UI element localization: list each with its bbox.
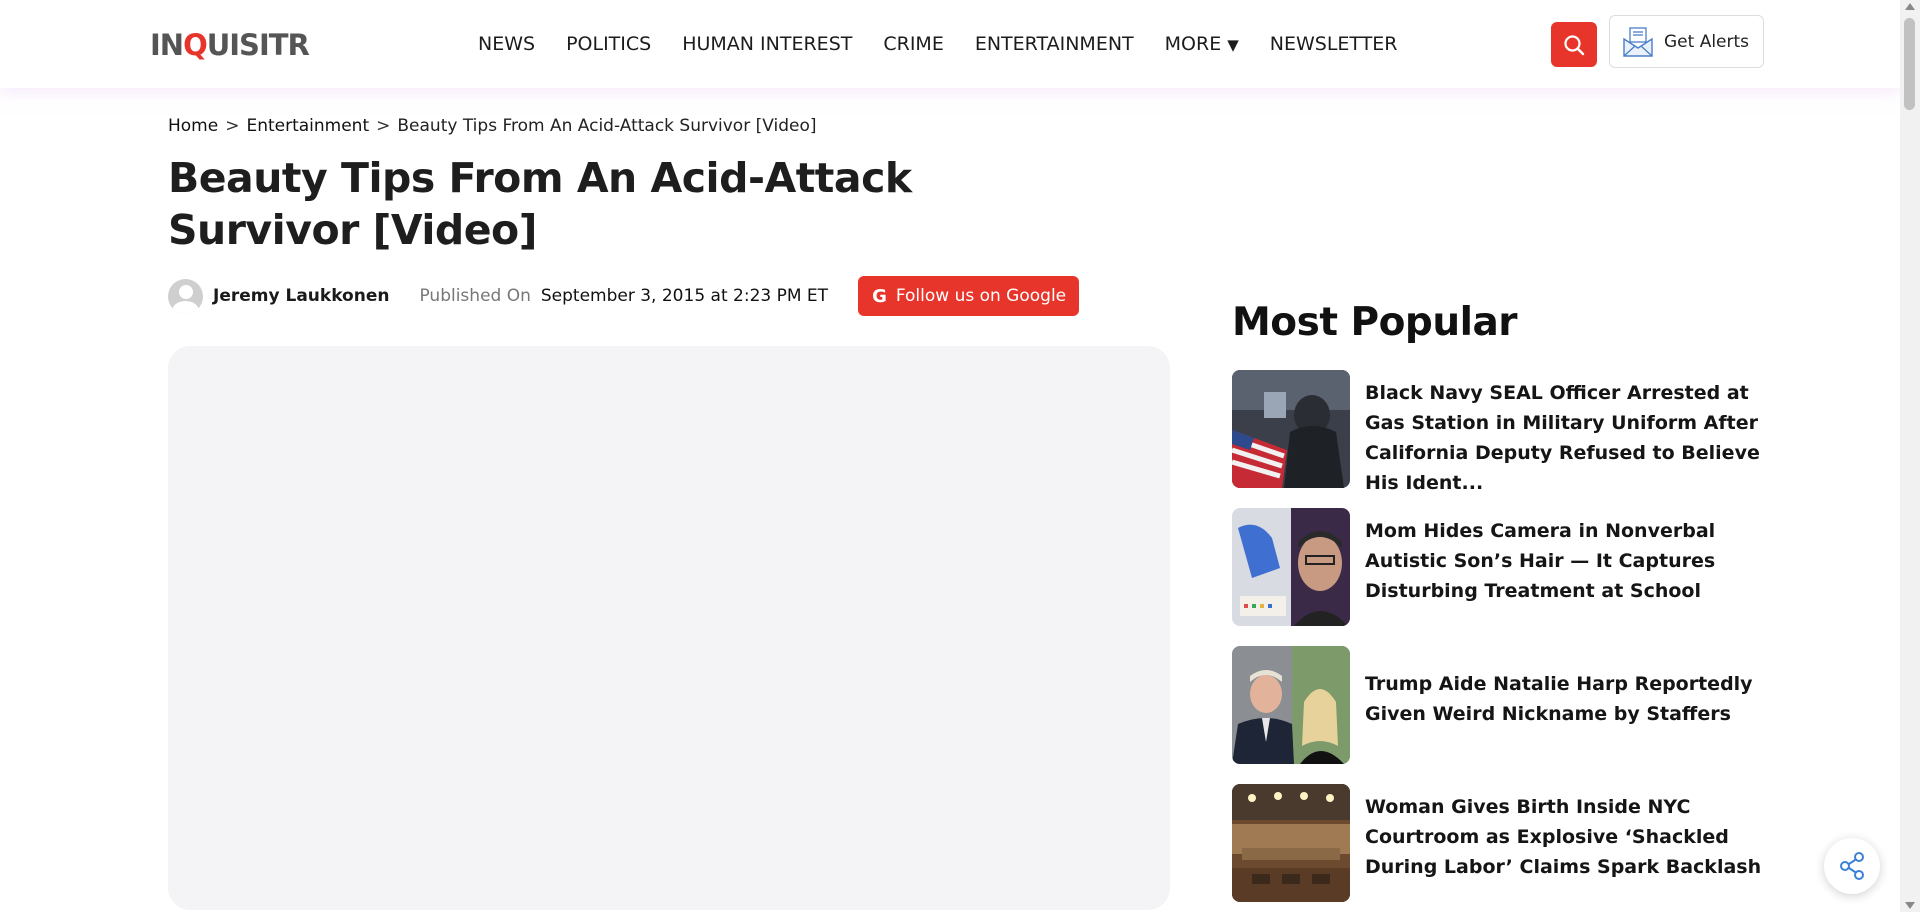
logo-text-q: Q	[183, 28, 208, 62]
share-icon	[1840, 852, 1864, 880]
nav-more-label: MORE	[1164, 33, 1222, 55]
nav-entertainment[interactable]: ENTERTAINMENT	[975, 33, 1134, 55]
logo-text-suffix: UISITR	[206, 28, 310, 62]
popular-title-3[interactable]: Trump Aide Natalie Harp Reportedly Given…	[1365, 669, 1795, 729]
google-icon: G	[872, 285, 887, 307]
popular-thumbnail-3[interactable]	[1232, 646, 1350, 764]
follow-on-google-button[interactable]: G Follow us on Google	[858, 276, 1080, 316]
scrollbar-thumb[interactable]	[1904, 18, 1915, 110]
popular-image-4	[1232, 784, 1350, 902]
get-alerts-button[interactable]: Get Alerts	[1609, 15, 1764, 68]
nav-more[interactable]: MORE ▼	[1165, 33, 1239, 55]
popular-image-2	[1232, 508, 1350, 626]
author-name[interactable]: Jeremy Laukkonen	[213, 286, 389, 306]
site-logo[interactable]: INQUISITR	[150, 28, 310, 62]
popular-image-3	[1232, 646, 1350, 764]
share-button[interactable]	[1824, 838, 1880, 894]
nav-politics[interactable]: POLITICS	[566, 33, 651, 55]
breadcrumb: Home > Entertainment > Beauty Tips From An A…	[168, 116, 817, 136]
avatar-user-body	[172, 300, 199, 314]
popular-image-1	[1232, 370, 1350, 488]
logo-text-prefix: IN	[150, 28, 184, 62]
page-scrollbar[interactable]	[1900, 0, 1920, 912]
nav-newsletter[interactable]: NEWSLETTER	[1270, 33, 1398, 55]
scroll-down-arrow-icon[interactable]	[1905, 902, 1915, 909]
scroll-up-arrow-icon[interactable]	[1905, 3, 1915, 10]
follow-on-google-label: Follow us on Google	[895, 286, 1067, 306]
main-nav: NEWS POLITICS HUMAN INTEREST CRIME ENTER…	[478, 0, 1429, 88]
popular-title-2[interactable]: Mom Hides Camera in Nonverbal Autistic S…	[1365, 516, 1795, 606]
popular-thumbnail-4[interactable]	[1232, 784, 1350, 902]
nav-crime[interactable]: CRIME	[883, 33, 943, 55]
search-icon	[1564, 34, 1585, 55]
popular-item-2[interactable]: Mom Hides Camera in Nonverbal Autistic S…	[1232, 508, 1792, 626]
news-envelope-icon	[1623, 26, 1653, 57]
video-player-placeholder[interactable]	[168, 346, 1170, 910]
popular-item-1[interactable]: Black Navy SEAL Officer Arrested at Gas …	[1232, 370, 1792, 494]
popular-title-1[interactable]: Black Navy SEAL Officer Arrested at Gas …	[1365, 378, 1795, 498]
site-header: INQUISITR NEWS POLITICS HUMAN INTEREST C…	[0, 0, 1900, 88]
nav-human-interest[interactable]: HUMAN INTEREST	[682, 33, 852, 55]
article-title: Beauty Tips From An Acid-Attack Survivor…	[168, 154, 912, 254]
published-date: September 3, 2015 at 2:23 PM ET	[540, 286, 829, 306]
breadcrumb-separator: >	[225, 116, 240, 136]
article-meta: Jeremy Laukkonen Published On September …	[168, 276, 1080, 316]
popular-thumbnail-2[interactable]	[1232, 508, 1350, 626]
avatar-user-icon	[179, 284, 193, 299]
popular-item-4[interactable]: Woman Gives Birth Inside NYC Courtroom a…	[1232, 784, 1792, 902]
popular-title-4[interactable]: Woman Gives Birth Inside NYC Courtroom a…	[1365, 792, 1795, 882]
breadcrumb-home[interactable]: Home	[168, 116, 218, 136]
breadcrumb-entertainment[interactable]: Entertainment	[246, 116, 369, 136]
popular-thumbnail-1[interactable]	[1232, 370, 1350, 488]
search-button[interactable]	[1551, 22, 1597, 67]
breadcrumb-current: Beauty Tips From An Acid-Attack Survivor…	[397, 116, 817, 136]
published-label: Published On	[419, 286, 531, 306]
get-alerts-label: Get Alerts	[1664, 31, 1750, 52]
caret-down-icon: ▼	[1227, 36, 1239, 54]
author-avatar[interactable]	[168, 278, 203, 314]
nav-news[interactable]: NEWS	[478, 33, 535, 55]
breadcrumb-separator: >	[376, 116, 391, 136]
most-popular-heading: Most Popular	[1232, 300, 1518, 345]
popular-item-3[interactable]: Trump Aide Natalie Harp Reportedly Given…	[1232, 646, 1792, 764]
